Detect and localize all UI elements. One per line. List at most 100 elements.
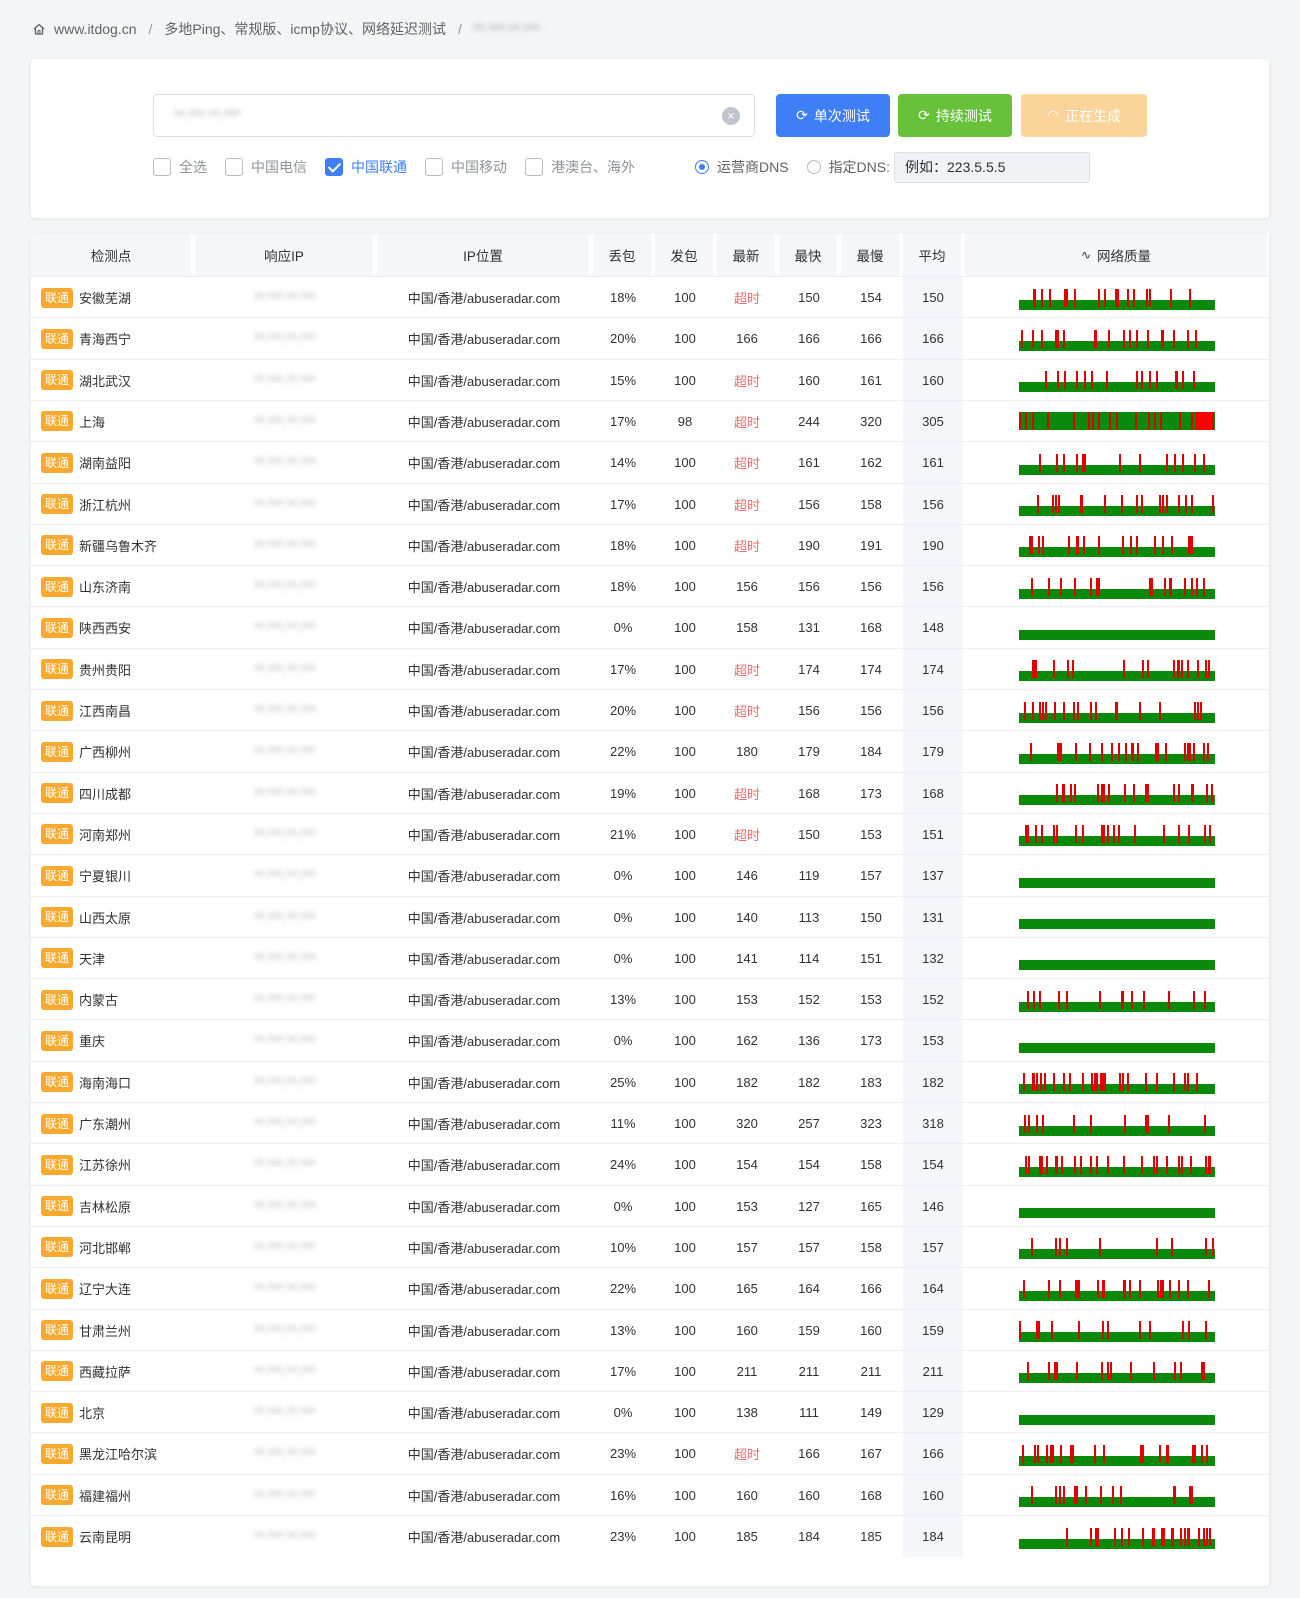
cell-latest: 182 [736,1074,758,1090]
cell-loss: 17% [609,496,637,512]
checkbox-box[interactable] [225,158,243,176]
quality-baseline [1019,1455,1215,1466]
packet-loss-mark [1024,701,1026,720]
ip-value: **.***.**.*** [254,620,316,636]
cell-ip: **.***.**.*** [195,1351,375,1392]
clear-icon[interactable]: × [722,107,740,125]
quality-bar [1019,329,1215,351]
header-label: 最新 [732,249,760,264]
cell-node: 联通 天津 [31,938,193,979]
packet-loss-mark [1135,412,1137,431]
cell-ip: **.***.**.*** [195,649,375,690]
packet-loss-mark [1084,371,1086,390]
host-input[interactable]: **.***.**.*** × [153,94,755,137]
checkbox-box[interactable] [425,158,443,176]
packet-loss-mark [1057,371,1059,390]
packet-loss-mark [1041,288,1043,307]
packet-loss-mark [1052,1444,1054,1463]
checkbox-mobile[interactable]: 中国移动 [425,157,507,177]
packet-loss-mark [1092,412,1094,431]
quality-bar [1019,1362,1215,1384]
cell-fastest: 150 [798,826,820,842]
generating-button[interactable]: ◠ 正在生成 [1021,94,1147,137]
packet-loss-mark [1159,495,1161,513]
quality-baseline [1019,1332,1215,1342]
cell-loss: 0% [613,909,633,925]
isp-badge: 联通 [41,1443,74,1464]
packet-loss-mark [1056,825,1058,844]
ip-value: **.***.**.*** [254,1157,316,1173]
breadcrumb-site-link[interactable]: www.itdog.cn [54,21,136,37]
cell-ip: **.***.**.*** [195,360,375,401]
radio-dot[interactable] [695,160,709,174]
cell-location: 中国/香港/abuseradar.com [407,827,561,843]
custom-dns-input[interactable]: 例如：223.5.5.5 [894,151,1091,183]
packet-loss-mark [1107,1155,1109,1174]
packet-loss-mark [1070,784,1072,803]
packet-loss-mark [1208,1155,1210,1174]
table-row: 联通 黑龙江哈尔滨 **.***.**.*** 中国/香港/abuseradar.co… [31,1432,1269,1475]
checkbox-box[interactable] [153,158,171,176]
packet-loss-mark [1042,1114,1044,1133]
header-label: 最慢 [856,249,884,264]
cell-sent: 100 [674,661,696,677]
isp-badge: 联通 [41,948,74,969]
quality-baseline [1019,1042,1215,1053]
packet-loss-mark [1184,1073,1186,1092]
cell-latest: 超时 [733,704,760,719]
packet-loss-mark [1104,288,1106,307]
checkbox-label: 港澳台、海外 [551,159,635,175]
cell-latest: 141 [736,950,758,966]
checkbox-box[interactable] [525,158,543,176]
ip-value: **.***.**.*** [254,826,316,842]
cell-location: 中国/香港/abuseradar.com [407,910,561,926]
continuous-test-button[interactable]: ⟳ 持续测试 [898,94,1012,137]
cell-loss: 23% [609,1446,637,1462]
isp-badge: 联通 [41,411,74,432]
isp-badge: 联通 [41,1361,74,1382]
radio-isp-dns[interactable]: 运营商DNS [695,157,789,177]
checkbox-unicom[interactable]: 中国联通 [325,157,407,177]
checkbox-select-all[interactable]: 全选 [153,157,207,177]
radio-dot[interactable] [806,160,821,174]
radio-custom-dns[interactable]: 指定DNS: [806,157,890,177]
packet-loss-mark [1188,1321,1190,1339]
packet-loss-mark [1204,990,1206,1009]
single-test-button[interactable]: ⟳ 单次测试 [776,94,890,137]
cell-ip: **.***.**.*** [195,484,375,525]
packet-loss-mark [1147,784,1149,803]
packet-loss-mark [1127,288,1129,307]
header-label: 网络质量 [1097,249,1152,264]
packet-loss-mark [1149,288,1151,307]
isp-badge: 联通 [41,659,74,680]
quality-baseline [1019,340,1215,351]
packet-loss-mark [1139,1279,1141,1298]
cell-avg: 159 [903,1309,963,1351]
packet-loss-mark [1069,1073,1071,1092]
checkbox-box[interactable] [325,158,343,176]
packet-loss-mark [1159,1444,1161,1463]
checkbox-telecom[interactable]: 中国电信 [225,157,307,177]
packet-loss-mark [1171,536,1173,555]
breadcrumb-section-link[interactable]: 多地Ping、常规版、icmp协议、网络延迟测试 [164,19,446,39]
packet-loss-mark [1045,371,1047,390]
packet-loss-mark [1089,742,1091,761]
packet-loss-mark [1209,1527,1211,1546]
cell-fastest: 168 [798,785,820,801]
packet-loss-mark [1171,1527,1173,1546]
cell-location: 中国/香港/abuseradar.com [407,580,561,596]
quality-bar [1019,1155,1215,1177]
packet-loss-mark [1058,990,1060,1009]
cell-node: 联通 湖北武汉 [31,360,193,401]
packet-loss-mark [1091,371,1093,390]
isp-badge: 联通 [41,1402,74,1423]
checkbox-overseas[interactable]: 港澳台、海外 [525,157,635,177]
packet-loss-mark [1149,1321,1151,1339]
cell-latest: 185 [736,1529,758,1544]
quality-baseline [1019,1208,1215,1219]
packet-loss-mark [1167,1444,1169,1463]
refresh-icon: ⟳ [796,107,808,123]
cell-avg: 153 [903,1020,963,1062]
packet-loss-mark [1103,825,1105,844]
cell-loss: 17% [609,1363,637,1379]
